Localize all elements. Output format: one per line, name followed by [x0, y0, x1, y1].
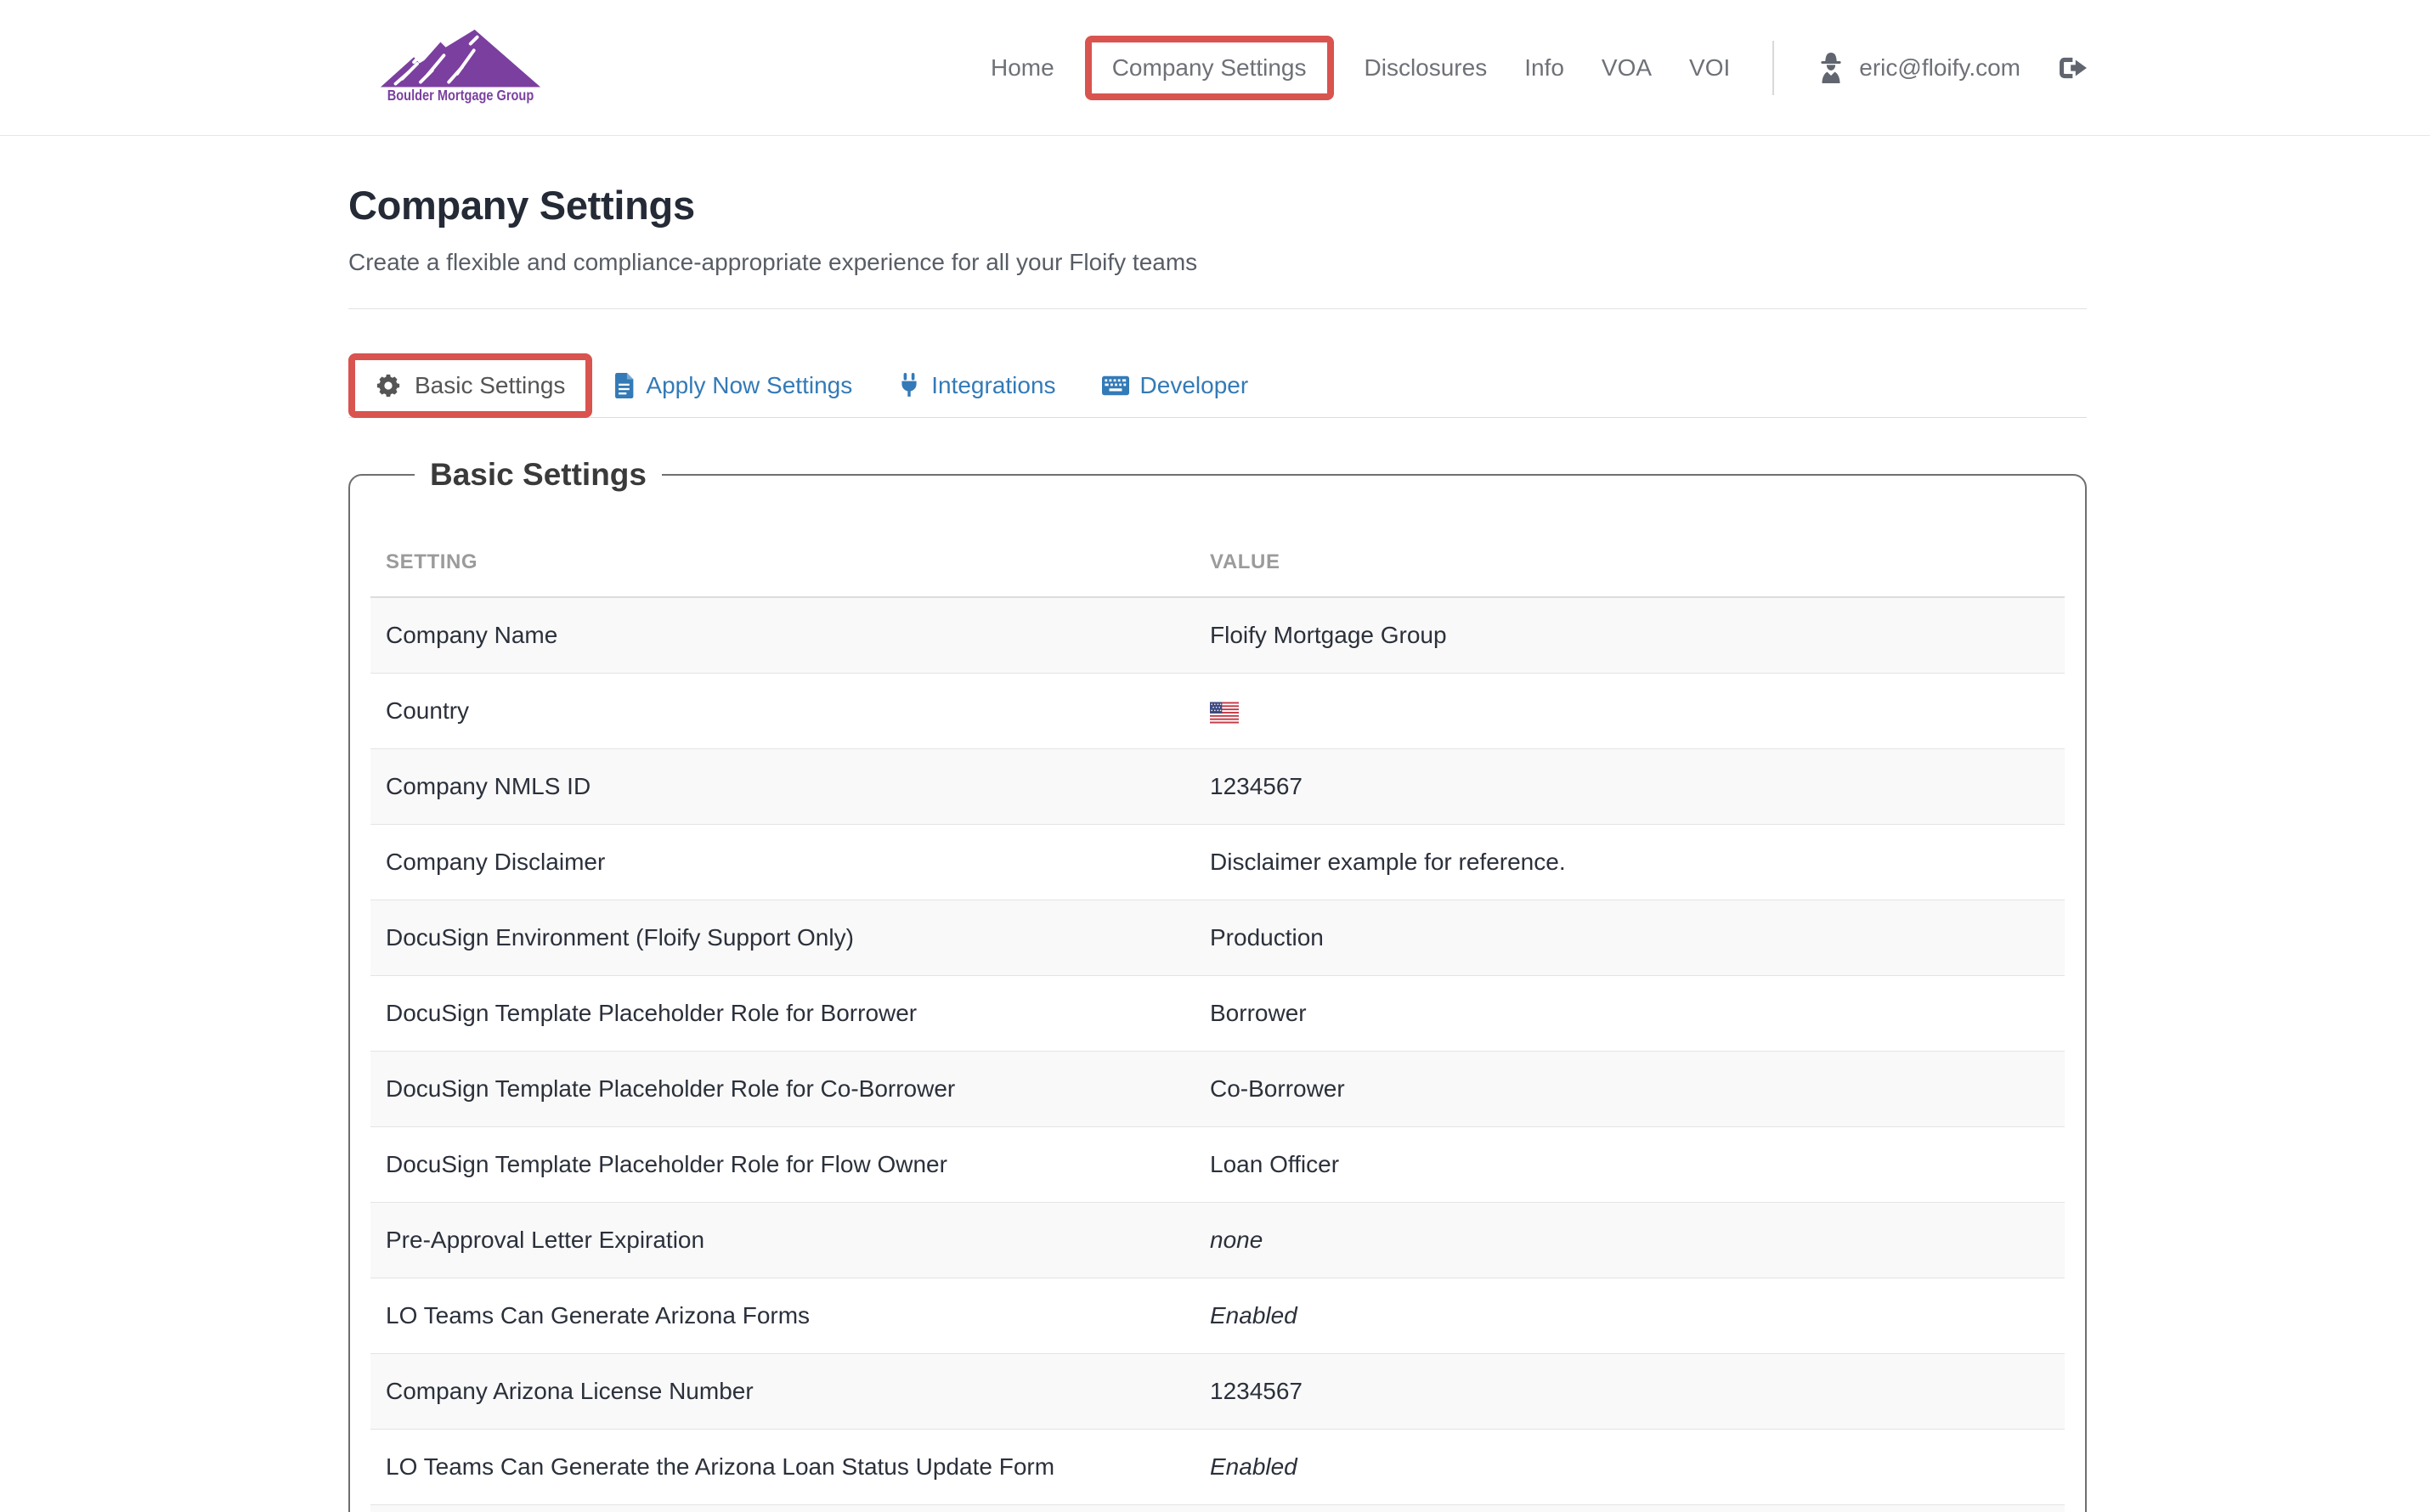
file-icon: [614, 373, 635, 398]
setting-row[interactable]: Country: [370, 674, 2065, 749]
nav-divider: [1772, 41, 1774, 95]
logo-text: Boulder Mortgage Group: [387, 87, 534, 104]
panel-legend: Basic Settings: [415, 457, 662, 493]
setting-row[interactable]: Arizona Loan Status Update Form Expirati…: [370, 1505, 2065, 1512]
nav-item-info[interactable]: Info: [1524, 54, 1564, 82]
setting-value: none: [1210, 1227, 1263, 1253]
column-header-setting: SETTING: [370, 539, 1195, 597]
column-header-value: VALUE: [1195, 539, 2065, 597]
settings-tabs: Basic Settings Apply Now Settings Integr…: [348, 348, 2087, 423]
nav-item-voa[interactable]: VOA: [1602, 54, 1652, 82]
basic-settings-panel: Basic Settings SETTING VALUE Company Nam…: [348, 457, 2087, 1512]
setting-value: Loan Officer: [1210, 1151, 1339, 1177]
setting-value: Disclaimer example for reference.: [1210, 849, 1566, 875]
setting-row[interactable]: Company NMLS ID 1234567: [370, 749, 2065, 825]
tab-developer[interactable]: Developer: [1102, 372, 1249, 399]
setting-row[interactable]: DocuSign Template Placeholder Role for F…: [370, 1127, 2065, 1203]
setting-row[interactable]: LO Teams Can Generate Arizona Forms Enab…: [370, 1278, 2065, 1354]
setting-row[interactable]: Company Disclaimer Disclaimer example fo…: [370, 825, 2065, 900]
setting-row[interactable]: DocuSign Template Placeholder Role for B…: [370, 976, 2065, 1052]
page-subtitle: Create a flexible and compliance-appropr…: [348, 249, 2087, 276]
sign-out-button[interactable]: [2058, 54, 2088, 82]
nav-item-company-settings[interactable]: Company Settings: [1112, 54, 1307, 81]
setting-value: Enabled: [1210, 1453, 1297, 1480]
setting-row[interactable]: DocuSign Template Placeholder Role for C…: [370, 1052, 2065, 1127]
tab-apply-now-settings[interactable]: Apply Now Settings: [614, 372, 852, 399]
user-email: eric@floify.com: [1859, 54, 2020, 82]
setting-row[interactable]: Company Name Floify Mortgage Group: [370, 597, 2065, 674]
setting-name: Country: [370, 674, 1195, 749]
top-navbar: Boulder Mortgage Group Home Company Sett…: [0, 0, 2430, 136]
setting-value: Production: [1210, 924, 1324, 951]
tab-label: Integrations: [931, 372, 1055, 399]
setting-name: Arizona Loan Status Update Form Expirati…: [370, 1505, 1195, 1512]
company-settings-page: Company Settings Create a flexible and c…: [348, 182, 2087, 1512]
setting-name: Company NMLS ID: [370, 749, 1195, 825]
setting-name: LO Teams Can Generate Arizona Forms: [370, 1278, 1195, 1354]
plug-icon: [898, 373, 920, 398]
tab-integrations[interactable]: Integrations: [898, 372, 1055, 399]
divider-rule: [348, 308, 2087, 309]
setting-name: Company Name: [370, 597, 1195, 674]
setting-name: DocuSign Template Placeholder Role for B…: [370, 976, 1195, 1052]
setting-name: Company Disclaimer: [370, 825, 1195, 900]
setting-value: 1234567: [1210, 773, 1303, 799]
nav-item-home[interactable]: Home: [991, 54, 1054, 82]
setting-name: Company Arizona License Number: [370, 1354, 1195, 1430]
setting-name: DocuSign Template Placeholder Role for F…: [370, 1127, 1195, 1203]
user-menu[interactable]: eric@floify.com: [1817, 53, 2020, 83]
setting-value: Floify Mortgage Group: [1210, 622, 1447, 648]
setting-row[interactable]: DocuSign Environment (Floify Support Onl…: [370, 900, 2065, 976]
annotation-highlight-company-settings: Company Settings: [1085, 36, 1334, 100]
settings-table: SETTING VALUE Company Name Floify Mortga…: [370, 539, 2065, 1512]
setting-name: DocuSign Environment (Floify Support Onl…: [370, 900, 1195, 976]
tab-label: Developer: [1140, 372, 1249, 399]
us-flag-icon: [1210, 702, 1239, 724]
page-title: Company Settings: [348, 182, 2087, 228]
setting-name: LO Teams Can Generate the Arizona Loan S…: [370, 1430, 1195, 1505]
setting-value: 1234567: [1210, 1378, 1303, 1404]
nav-item-disclosures[interactable]: Disclosures: [1365, 54, 1488, 82]
keyboard-icon: [1102, 375, 1129, 396]
sign-out-icon: [2058, 54, 2088, 82]
nav-item-voi[interactable]: VOI: [1689, 54, 1730, 82]
annotation-highlight-basic-settings: Basic Settings: [348, 353, 592, 418]
setting-name: DocuSign Template Placeholder Role for C…: [370, 1052, 1195, 1127]
user-secret-icon: [1817, 53, 1845, 83]
setting-value: Enabled: [1210, 1302, 1297, 1329]
settings-table-body: Company Name Floify Mortgage Group: [370, 597, 2065, 1512]
setting-value: Borrower: [1210, 1000, 1307, 1026]
setting-row[interactable]: LO Teams Can Generate the Arizona Loan S…: [370, 1430, 2065, 1505]
setting-row[interactable]: Company Arizona License Number 1234567: [370, 1354, 2065, 1430]
setting-value: Co-Borrower: [1210, 1075, 1345, 1102]
tab-label: Apply Now Settings: [646, 372, 852, 399]
mountains-logo-icon: Boulder Mortgage Group: [377, 26, 544, 104]
gear-icon: [376, 373, 401, 398]
company-logo[interactable]: Boulder Mortgage Group: [377, 26, 544, 109]
setting-name: Pre-Approval Letter Expiration: [370, 1203, 1195, 1278]
main-nav: Home Company Settings Disclosures Info V…: [991, 36, 2088, 100]
tab-basic-settings[interactable]: Basic Settings: [415, 372, 565, 399]
setting-row[interactable]: Pre-Approval Letter Expiration none: [370, 1203, 2065, 1278]
